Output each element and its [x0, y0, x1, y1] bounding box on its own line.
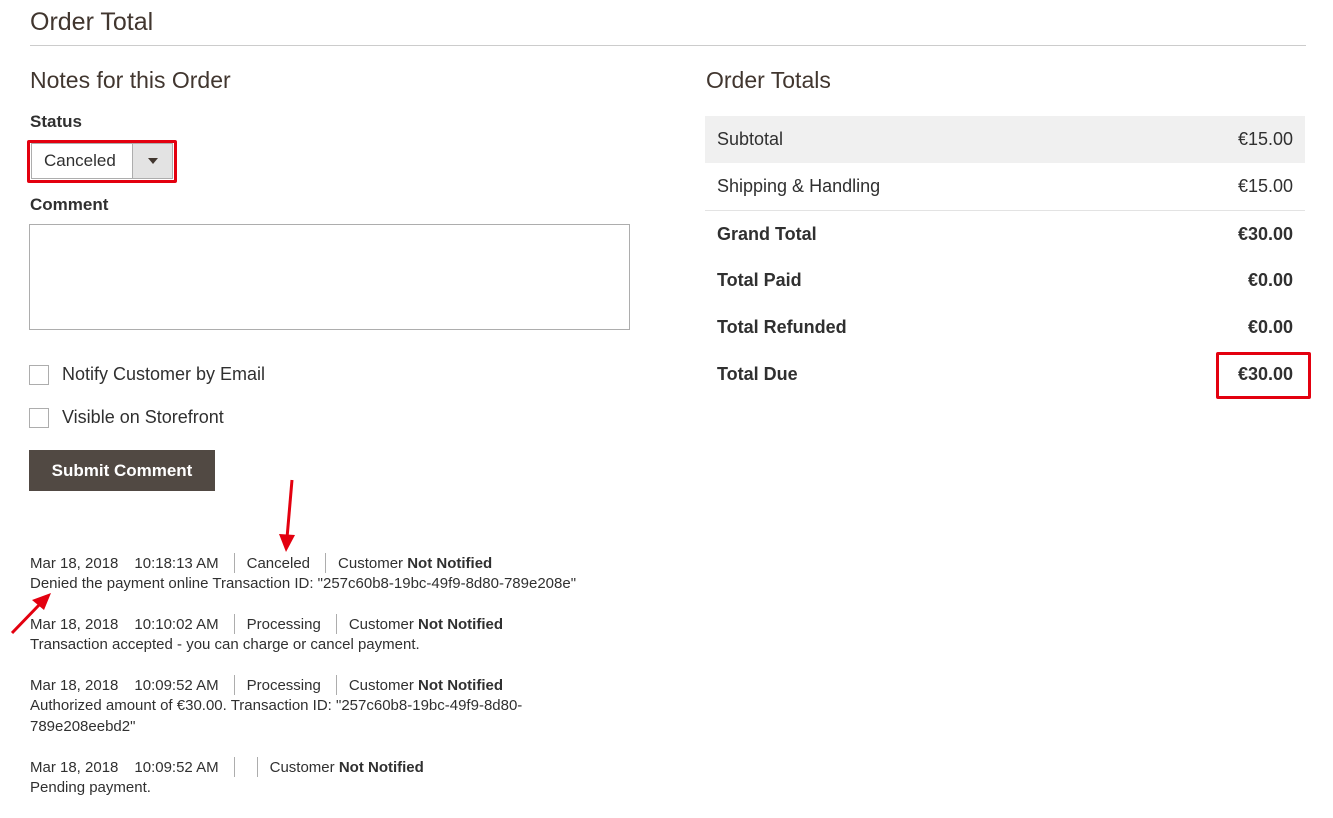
totals-row-label: Total Refunded: [717, 317, 847, 337]
history-date: Mar 18, 2018: [30, 554, 119, 572]
history-separator: [233, 675, 235, 695]
comment-history: Mar 18, 2018 10:18:13 AM Canceled Custom…: [30, 553, 670, 818]
order-totals-title: Order Totals: [706, 67, 831, 93]
history-comment: Denied the payment online Transaction ID…: [30, 575, 577, 592]
totals-row-label: Total Due: [717, 364, 798, 384]
submit-comment-button[interactable]: Submit Comment: [29, 450, 215, 491]
history-time: 10:09:52 AM: [134, 758, 219, 776]
history-separator: [335, 675, 337, 695]
totals-row-value: €30.00: [1237, 223, 1293, 244]
totals-row-label: Shipping & Handling: [717, 176, 881, 196]
totals-row-label: Total Paid: [717, 270, 802, 290]
annotation-arrow-up-icon: [10, 593, 51, 635]
history-item: Mar 18, 2018 10:18:13 AM Canceled Custom…: [30, 553, 670, 594]
history-separator: [335, 614, 337, 634]
history-comment: Authorized amount of €30.00. Transaction…: [30, 697, 523, 735]
totals-row-subtotal: Subtotal €15.00: [705, 116, 1305, 163]
history-status: Canceled: [246, 554, 311, 572]
visible-storefront-label: Visible on Storefront: [62, 407, 224, 427]
history-customer: Customer: [338, 554, 404, 572]
history-item: Mar 18, 2018 10:09:52 AM Customer Not No…: [30, 757, 670, 798]
history-notified: Not Notified: [338, 758, 424, 776]
visible-storefront-checkbox[interactable]: [29, 407, 49, 428]
totals-row-label: Subtotal: [717, 129, 784, 149]
notify-customer-row[interactable]: Notify Customer by Email: [29, 364, 265, 385]
history-item: Mar 18, 2018 10:10:02 AM Processing Cust…: [30, 614, 670, 655]
history-date: Mar 18, 2018: [30, 676, 119, 694]
totals-row-label: Grand Total: [717, 223, 817, 244]
totals-row-value: €0.00: [1247, 317, 1293, 337]
totals-row-value: €0.00: [1247, 270, 1293, 290]
visible-storefront-row[interactable]: Visible on Storefront: [29, 407, 224, 428]
history-comment: Pending payment.: [30, 779, 151, 796]
notify-customer-label: Notify Customer by Email: [62, 364, 266, 384]
history-comment: Transaction accepted - you can charge or…: [30, 636, 420, 653]
notify-customer-checkbox[interactable]: [29, 364, 49, 385]
history-date: Mar 18, 2018: [30, 758, 119, 776]
history-separator: [256, 757, 258, 777]
notes-title: Notes for this Order: [30, 67, 231, 93]
totals-row-grand-total: Grand Total €30.00: [705, 211, 1305, 257]
history-time: 10:18:13 AM: [134, 554, 219, 572]
history-notified: Not Notified: [418, 615, 504, 633]
history-separator: [233, 553, 235, 573]
total-due-highlight-box: [1216, 352, 1311, 399]
history-separator: [233, 614, 235, 634]
history-notified: Not Notified: [418, 676, 504, 694]
totals-row-total-due: Total Due €30.00: [705, 351, 1305, 398]
history-time: 10:09:52 AM: [134, 676, 219, 694]
section-divider: [30, 45, 1306, 46]
history-customer: Customer: [348, 676, 414, 694]
comment-label: Comment: [30, 195, 109, 214]
history-time: 10:10:02 AM: [134, 615, 219, 633]
history-customer: Customer: [269, 758, 335, 776]
history-notified: Not Notified: [407, 554, 493, 572]
section-title: Order Total: [30, 8, 154, 36]
totals-row-total-paid: Total Paid €0.00: [705, 257, 1305, 304]
annotation-arrow-down-icon: [279, 479, 295, 552]
history-customer: Customer: [348, 615, 414, 633]
order-totals-table: Subtotal €15.00 Shipping & Handling €15.…: [705, 116, 1305, 398]
comment-textarea[interactable]: [29, 224, 630, 330]
totals-row-value: €15.00: [1237, 129, 1293, 149]
totals-row-total-refunded: Total Refunded €0.00: [705, 304, 1305, 351]
status-label: Status: [30, 112, 82, 131]
totals-row-shipping: Shipping & Handling €15.00: [705, 163, 1305, 210]
history-separator: [325, 553, 327, 573]
status-highlight-box: [27, 140, 177, 183]
history-status: Processing: [246, 676, 321, 694]
history-separator: [233, 757, 235, 777]
totals-row-value: €15.00: [1237, 176, 1293, 196]
history-item: Mar 18, 2018 10:09:52 AM Processing Cust…: [30, 675, 670, 737]
history-status: Processing: [246, 615, 321, 633]
